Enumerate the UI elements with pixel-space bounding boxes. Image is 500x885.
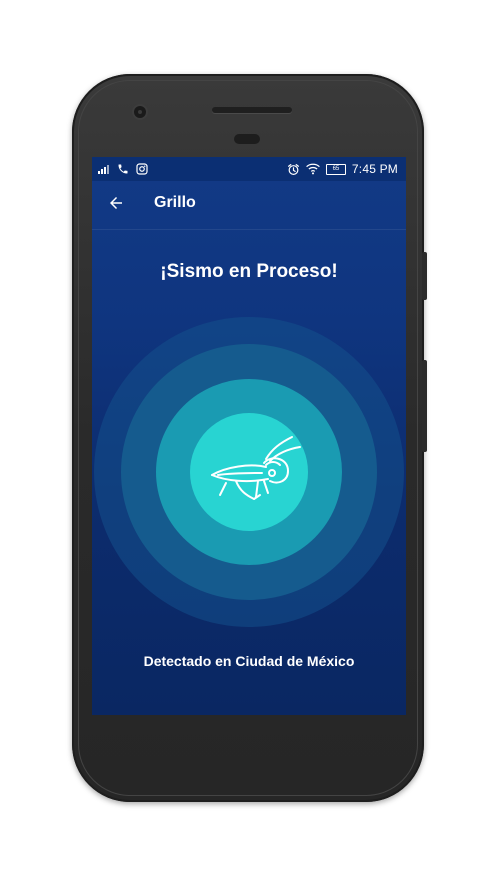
phone-icon	[117, 163, 129, 175]
phone-screen: 65 7:45 PM Grillo ¡Sismo en Proceso! Det…	[92, 157, 406, 715]
earpiece	[234, 134, 260, 144]
wifi-icon	[306, 163, 320, 175]
battery-icon: 65	[325, 163, 346, 175]
front-camera-icon	[134, 106, 146, 118]
detection-location: Detectado en Ciudad de México	[143, 653, 355, 669]
status-left-icons	[98, 160, 148, 178]
alarm-icon	[287, 163, 300, 176]
power-button	[422, 252, 427, 300]
status-right-icons: 65 7:45 PM	[287, 160, 398, 178]
volume-button	[422, 360, 427, 452]
alert-headline: ¡Sismo en Proceso!	[160, 261, 338, 282]
app-title: Grillo	[154, 194, 196, 211]
status-bar: 65 7:45 PM	[92, 157, 406, 181]
arrow-left-icon	[107, 194, 125, 217]
speaker-grille	[212, 107, 292, 113]
back-button[interactable]	[104, 193, 128, 217]
battery-level: 65	[332, 165, 340, 172]
app-bar: Grillo	[92, 181, 406, 230]
signal-icon	[98, 164, 110, 174]
cricket-icon	[196, 419, 306, 525]
instagram-icon	[136, 163, 148, 175]
stage: 65 7:45 PM Grillo ¡Sismo en Proceso! Det…	[0, 0, 500, 885]
status-time: 7:45 PM	[351, 162, 398, 176]
